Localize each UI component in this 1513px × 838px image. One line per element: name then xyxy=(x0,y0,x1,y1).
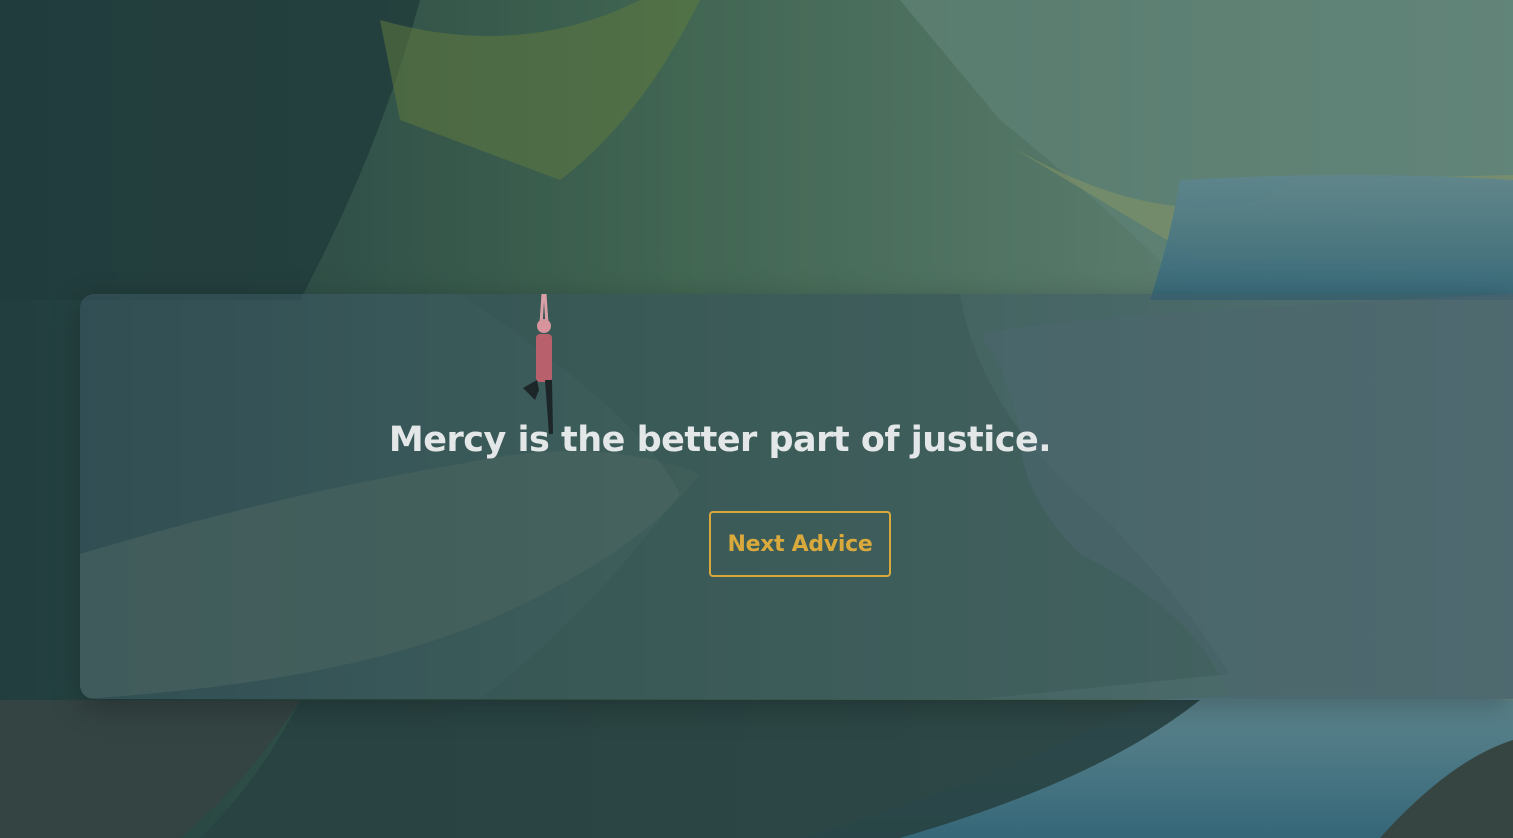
card-scene xyxy=(80,294,1513,699)
advice-card xyxy=(80,294,1513,699)
next-advice-button[interactable]: Next Advice xyxy=(709,511,891,577)
advice-quote: Mercy is the better part of justice. xyxy=(388,420,1052,460)
